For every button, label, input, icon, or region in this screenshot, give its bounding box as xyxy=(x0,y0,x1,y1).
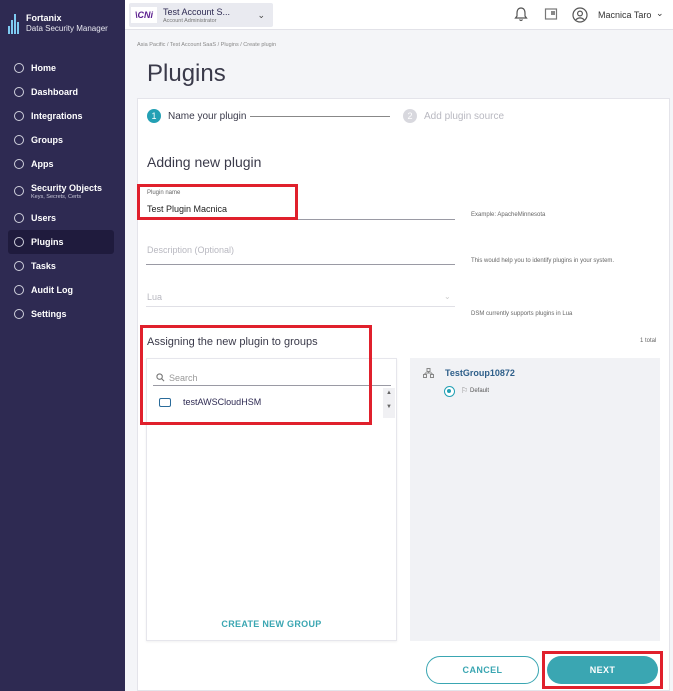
assign-groups-title: Assigning the new plugin to groups xyxy=(147,336,318,348)
group-list-item[interactable]: testAWSCloudHSM xyxy=(150,392,382,412)
groups-icon xyxy=(14,135,24,145)
chevron-down-icon[interactable]: ⌄ xyxy=(656,8,664,19)
brand[interactable]: Fortanix Data Security Manager xyxy=(8,10,123,40)
integrations-icon xyxy=(14,111,24,121)
switch-view-icon[interactable] xyxy=(543,7,559,23)
sidebar-item-plugins[interactable]: Plugins xyxy=(8,230,114,254)
sidebar-item-label: Plugins xyxy=(31,237,64,247)
sidebar-item-label: Tasks xyxy=(31,261,56,271)
stepper-connector xyxy=(250,116,390,117)
plugin-name-label: Plugin name xyxy=(147,190,181,196)
section-title: Adding new plugin xyxy=(147,154,262,170)
apps-icon xyxy=(14,159,24,169)
selected-groups-panel xyxy=(410,358,660,641)
sidebar-item-security-objects[interactable]: Security Objects Keys, Secrets, Certs xyxy=(8,176,114,206)
users-icon xyxy=(14,213,24,223)
flag-icon: ⚐ xyxy=(461,386,469,395)
sidebar-nav: Home Dashboard Integrations Groups Apps … xyxy=(8,56,114,326)
brand-name: Fortanix xyxy=(26,13,62,23)
sidebar-item-label: Users xyxy=(31,213,57,223)
dashboard-icon xyxy=(14,87,24,97)
sidebar-item-label: Audit Log xyxy=(31,285,73,295)
sidebar: Fortanix Data Security Manager Home Dash… xyxy=(0,0,125,691)
settings-icon xyxy=(14,309,24,319)
next-button[interactable]: NEXT xyxy=(547,656,658,684)
sidebar-item-dashboard[interactable]: Dashboard xyxy=(8,80,114,104)
group-search-input[interactable] xyxy=(153,370,391,386)
page-title: Plugins xyxy=(147,60,226,87)
description-input[interactable]: Description (Optional) xyxy=(147,245,234,255)
scroll-down-icon[interactable]: ▼ xyxy=(386,404,392,410)
user-avatar-icon[interactable] xyxy=(572,7,588,23)
account-switcher[interactable]: \CNi Test Account S... Account Administr… xyxy=(129,3,273,27)
sidebar-item-label: Integrations xyxy=(31,111,83,121)
sidebar-item-tasks[interactable]: Tasks xyxy=(8,254,114,278)
sidebar-item-sublabel: Keys, Secrets, Certs xyxy=(31,193,82,200)
search-icon xyxy=(156,373,165,382)
top-bar: \CNi Test Account S... Account Administr… xyxy=(125,0,673,30)
account-name: Test Account S... xyxy=(163,7,231,17)
group-hierarchy-icon xyxy=(423,368,434,378)
sidebar-item-label: Dashboard xyxy=(31,87,79,97)
step-1-label: Name your plugin xyxy=(168,111,247,122)
step-1-number: 1 xyxy=(147,109,161,123)
create-new-group-link[interactable]: CREATE NEW GROUP xyxy=(147,619,396,629)
sidebar-item-home[interactable]: Home xyxy=(8,56,114,80)
tasks-icon xyxy=(14,261,24,271)
chevron-down-icon: ⌄ xyxy=(444,292,451,301)
group-list-item-label: testAWSCloudHSM xyxy=(183,397,262,407)
sidebar-item-label: Apps xyxy=(31,159,54,169)
description-help: This would help you to identify plugins … xyxy=(471,258,615,264)
selected-group-name: TestGroup10872 xyxy=(445,368,515,378)
plugin-name-input[interactable]: Test Plugin Macnica xyxy=(147,204,227,214)
bell-icon[interactable] xyxy=(513,7,529,23)
cancel-button[interactable]: CANCEL xyxy=(426,656,539,684)
default-group-label: Default xyxy=(470,388,490,394)
home-icon xyxy=(14,63,24,73)
default-group-radio[interactable] xyxy=(444,386,455,397)
sidebar-item-apps[interactable]: Apps xyxy=(8,152,114,176)
sidebar-item-audit-log[interactable]: Audit Log xyxy=(8,278,114,302)
sidebar-item-users[interactable]: Users xyxy=(8,206,114,230)
language-underline xyxy=(146,306,455,307)
sidebar-item-groups[interactable]: Groups xyxy=(8,128,114,152)
selected-groups-total: 1 total xyxy=(640,338,657,344)
account-logo: \CNi xyxy=(131,7,157,23)
plugins-icon xyxy=(14,237,24,247)
sidebar-item-integrations[interactable]: Integrations xyxy=(8,104,114,128)
sidebar-item-label: Home xyxy=(31,63,57,73)
chevron-down-icon: ⌄ xyxy=(257,10,265,20)
scroll-up-icon[interactable]: ▲ xyxy=(386,390,392,396)
user-name[interactable]: Macnica Taro xyxy=(598,10,651,20)
language-help: DSM currently supports plugins in Lua xyxy=(471,311,573,317)
sidebar-item-label: Settings xyxy=(31,309,67,319)
step-2-label: Add plugin source xyxy=(424,111,505,122)
audit-log-icon xyxy=(14,285,24,295)
step-2-number: 2 xyxy=(403,109,417,123)
security-objects-icon xyxy=(14,186,24,196)
plugin-name-help: Example: ApacheMinnesota xyxy=(471,212,546,218)
sidebar-item-label: Security Objects xyxy=(31,182,103,193)
language-select[interactable]: Lua xyxy=(147,292,162,302)
sidebar-item-settings[interactable]: Settings xyxy=(8,302,114,326)
brand-product: Data Security Manager xyxy=(26,24,108,33)
plugin-name-underline xyxy=(146,219,455,220)
group-icon xyxy=(159,397,171,407)
account-role: Account Administrator xyxy=(163,18,217,24)
description-underline xyxy=(146,264,455,265)
breadcrumb[interactable]: Asia Pacific / Test Account SaaS / Plugi… xyxy=(137,42,276,48)
fortanix-logo-icon xyxy=(8,12,22,34)
sidebar-item-label: Groups xyxy=(31,135,64,145)
